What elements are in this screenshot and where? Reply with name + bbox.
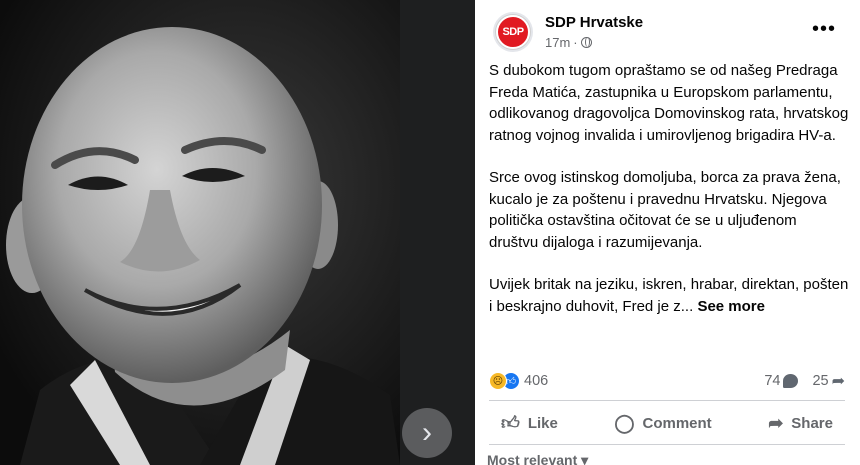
comment-icon: ◯ — [614, 412, 635, 433]
post-paragraph-1: S dubokom tugom opraštamo se od našeg Pr… — [489, 62, 849, 144]
reaction-summary[interactable]: ☹ 👍︎ 406 — [489, 372, 548, 390]
post-photo — [0, 0, 400, 465]
photo-viewer: › — [0, 0, 475, 465]
sad-reaction-icon: ☹ — [489, 372, 507, 390]
post-paragraph-3-text: Uvijek britak na jeziku, iskren, hrabar,… — [489, 276, 849, 315]
globe-icon — [580, 37, 592, 48]
portrait-image — [0, 0, 400, 465]
avatar[interactable]: SDP — [493, 12, 533, 52]
more-options-icon[interactable]: ••• — [812, 19, 836, 39]
comment-sort-dropdown[interactable]: Most relevant ▾ — [487, 452, 588, 465]
thumbs-up-icon: 👍︎ — [501, 413, 520, 433]
share-count: 25 — [812, 373, 829, 389]
post-text: S dubokom tugom opraštamo se od našeg Pr… — [489, 60, 849, 338]
post-panel: SDP SDP Hrvatske 17m · ••• S dubokom tug… — [475, 0, 860, 465]
post-paragraph-3: Uvijek britak na jeziku, iskren, hrabar,… — [489, 274, 849, 317]
divider — [489, 444, 845, 445]
share-count-button[interactable]: 25 ➦ — [812, 371, 845, 391]
post-meta: 17m · — [545, 35, 592, 50]
caret-down-icon: ▾ — [581, 452, 589, 465]
reaction-count: 406 — [524, 373, 549, 389]
page-name[interactable]: SDP Hrvatske — [545, 14, 643, 31]
post-actions: 👍︎ Like ◯ Comment ➦ Share — [489, 404, 845, 442]
like-label: Like — [527, 414, 558, 432]
post-header: SDP SDP Hrvatske 17m · ••• — [493, 8, 850, 58]
comment-count: 74 — [764, 373, 781, 389]
comment-sort-label: Most relevant — [487, 452, 578, 465]
sdp-logo: SDP — [496, 15, 530, 49]
post-paragraph-2: Srce ovog istinskog domoljuba, borca za … — [489, 169, 841, 251]
reactions-row: ☹ 👍︎ 406 74 25 ➦ — [489, 369, 845, 393]
comment-count-button[interactable]: 74 — [764, 373, 799, 389]
viewer-side — [400, 0, 475, 465]
comment-button[interactable]: ◯ Comment — [602, 407, 723, 440]
see-more-link[interactable]: See more — [697, 298, 765, 315]
share-button[interactable]: ➦ Share — [756, 407, 845, 440]
comment-bubble-icon — [783, 374, 799, 388]
chevron-right-icon: › — [422, 416, 432, 449]
divider — [489, 400, 845, 401]
next-photo-button[interactable]: › — [402, 408, 452, 458]
share-icon: ➦ — [768, 412, 784, 433]
post-time[interactable]: 17m — [545, 35, 570, 50]
share-label: Share — [791, 414, 833, 432]
share-arrow-icon: ➦ — [831, 373, 845, 390]
like-button[interactable]: 👍︎ Like — [489, 406, 570, 440]
comment-label: Comment — [642, 414, 712, 432]
